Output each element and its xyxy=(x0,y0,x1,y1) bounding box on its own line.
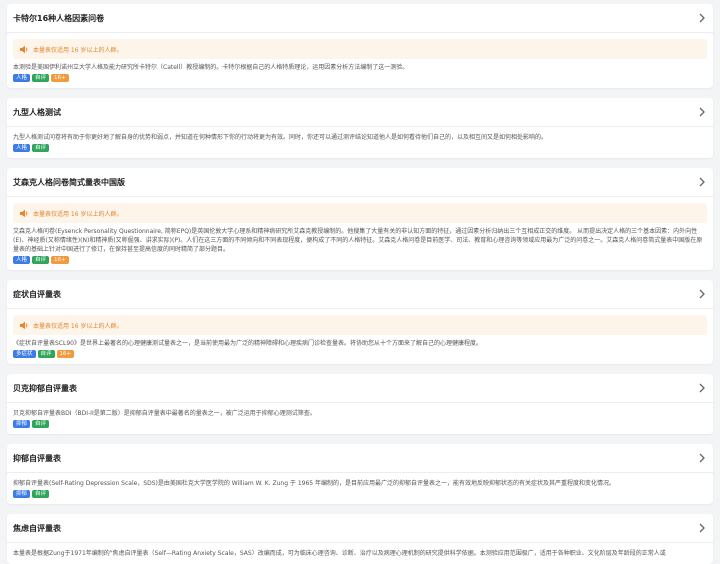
chevron-right-icon[interactable] xyxy=(697,107,707,117)
tag-badge: 自评 xyxy=(37,350,55,358)
card-header[interactable]: 艾森克人格问卷简式量表中国版 xyxy=(7,168,713,197)
speaker-icon xyxy=(19,44,29,54)
chevron-right-icon[interactable] xyxy=(697,453,707,463)
scale-card[interactable]: 抑郁自评量表抑郁自评量表(Self-Rating Depression Scal… xyxy=(7,444,713,504)
notice-text: 本量表仅适用 16 岁以上的人群。 xyxy=(33,46,123,54)
scale-list: 卡特尔16种人格因素问卷 本量表仅适用 16 岁以上的人群。 本测验是美国伊利诺州立… xyxy=(0,0,720,564)
card-body: 贝克抑郁自评量表BDI（BDI-II是第二版）是抑郁自评量表中最著名的量表之一，… xyxy=(7,403,713,434)
notice-text: 本量表仅适用 16 岁以上的人群。 xyxy=(33,322,123,330)
card-header[interactable]: 卡特尔16种人格因素问卷 xyxy=(7,4,713,33)
tag-list: 人格 自评 16+ xyxy=(13,256,707,264)
tag-badge: 抑郁 xyxy=(13,490,31,498)
card-title: 九型人格测试 xyxy=(13,107,61,117)
card-description: 本量表是根据Zung于1971年编制的"焦虑自评量表（Self—Rating A… xyxy=(13,550,666,557)
age-notice: 本量表仅适用 16 岁以上的人群。 xyxy=(13,315,707,335)
tag-badge: 自评 xyxy=(32,144,50,152)
card-title: 症状自评量表 xyxy=(13,289,61,299)
card-title: 卡特尔16种人格因素问卷 xyxy=(13,13,105,23)
card-body: 本量表仅适用 16 岁以上的人群。《症状自评量表SCL90》是世界上最著名的心理… xyxy=(7,309,713,364)
tag-badge: 16+ xyxy=(56,350,75,358)
card-header[interactable]: 症状自评量表 xyxy=(7,280,713,309)
tag-badge: 自评 xyxy=(32,490,50,498)
card-header[interactable]: 焦虑自评量表 xyxy=(7,514,713,543)
card-header[interactable]: 九型人格测试 xyxy=(7,98,713,127)
card-title: 贝克抑郁自评量表 xyxy=(13,383,77,393)
chevron-right-icon[interactable] xyxy=(697,523,707,533)
speaker-icon xyxy=(19,320,29,330)
tag-badge: 自评 xyxy=(32,420,50,428)
tag-badge: 16+ xyxy=(51,74,69,82)
tag-list: 抑郁 自评 xyxy=(13,490,707,498)
tag-badge: 自评 xyxy=(32,74,50,82)
card-body: 本量表是根据Zung于1971年编制的"焦虑自评量表（Self—Rating A… xyxy=(7,543,713,564)
card-description: 贝克抑郁自评量表BDI（BDI-II是第二版）是抑郁自评量表中最著名的量表之一，… xyxy=(13,410,316,417)
card-title: 焦虑自评量表 xyxy=(13,523,61,533)
chevron-right-icon[interactable] xyxy=(697,177,707,187)
card-header[interactable]: 抑郁自评量表 xyxy=(7,444,713,473)
card-description: 《症状自评量表SCL90》是世界上最著名的心理健康测试量表之一，是当前使用最为广… xyxy=(13,340,482,347)
scale-card[interactable]: 卡特尔16种人格因素问卷本量表仅适用 16 岁以上的人群。本测验是美国伊利诺州立… xyxy=(7,4,713,88)
scale-card[interactable]: 贝克抑郁自评量表贝克抑郁自评量表BDI（BDI-II是第二版）是抑郁自评量表中最… xyxy=(7,374,713,434)
scale-card[interactable]: 艾森克人格问卷简式量表中国版本量表仅适用 16 岁以上的人群。艾森克人格问卷(E… xyxy=(7,168,713,270)
scale-card[interactable]: 症状自评量表本量表仅适用 16 岁以上的人群。《症状自评量表SCL90》是世界上… xyxy=(7,280,713,364)
tag-list: 人格 自评 16+ xyxy=(13,74,707,82)
chevron-right-icon[interactable] xyxy=(697,383,707,393)
chevron-right-icon[interactable] xyxy=(697,13,707,23)
card-description: 本测验是美国伊利诺州立大学人格及能力研究所卡特尔（Catell）教授编制的。卡特… xyxy=(13,64,409,71)
age-notice: 本量表仅适用 16 岁以上的人群。 xyxy=(13,39,707,59)
tag-badge: 人格 xyxy=(13,256,31,264)
tag-badge: 自评 xyxy=(32,256,50,264)
scale-card[interactable]: 九型人格测试九型人格测试问卷将有助于你更好地了解自身的优势和弱点，并知道在何种情… xyxy=(7,98,713,158)
notice-text: 本量表仅适用 16 岁以上的人群。 xyxy=(33,210,123,218)
card-header[interactable]: 贝克抑郁自评量表 xyxy=(7,374,713,403)
card-description: 艾森克人格问卷(Eysenck Personality Questionnair… xyxy=(13,228,703,253)
tag-list: 抑郁 自评 xyxy=(13,420,707,428)
tag-list: 多症状 自评 16+ xyxy=(13,350,707,358)
card-body: 本量表仅适用 16 岁以上的人群。艾森克人格问卷(Eysenck Persona… xyxy=(7,197,713,270)
speaker-icon xyxy=(19,208,29,218)
chevron-right-icon[interactable] xyxy=(697,289,707,299)
card-title: 抑郁自评量表 xyxy=(13,453,61,463)
card-body: 九型人格测试问卷将有助于你更好地了解自身的优势和弱点，并知道在何种情形下你的行动… xyxy=(7,127,713,158)
tag-badge: 16+ xyxy=(51,256,69,264)
card-description: 九型人格测试问卷将有助于你更好地了解自身的优势和弱点，并知道在何种情形下你的行动… xyxy=(13,134,548,141)
tag-badge: 人格 xyxy=(13,144,31,152)
tag-list: 人格 自评 xyxy=(13,144,707,152)
card-description: 抑郁自评量表(Self-Rating Depression Scale，SDS)… xyxy=(13,480,616,487)
age-notice: 本量表仅适用 16 岁以上的人群。 xyxy=(13,203,707,223)
card-body: 本量表仅适用 16 岁以上的人群。本测验是美国伊利诺州立大学人格及能力研究所卡特… xyxy=(7,33,713,88)
scale-card[interactable]: 焦虑自评量表本量表是根据Zung于1971年编制的"焦虑自评量表（Self—Ra… xyxy=(7,514,713,564)
tag-badge: 多症状 xyxy=(13,350,36,358)
card-body: 抑郁自评量表(Self-Rating Depression Scale，SDS)… xyxy=(7,473,713,504)
tag-badge: 人格 xyxy=(13,74,31,82)
tag-badge: 抑郁 xyxy=(13,420,31,428)
card-title: 艾森克人格问卷简式量表中国版 xyxy=(13,177,125,187)
